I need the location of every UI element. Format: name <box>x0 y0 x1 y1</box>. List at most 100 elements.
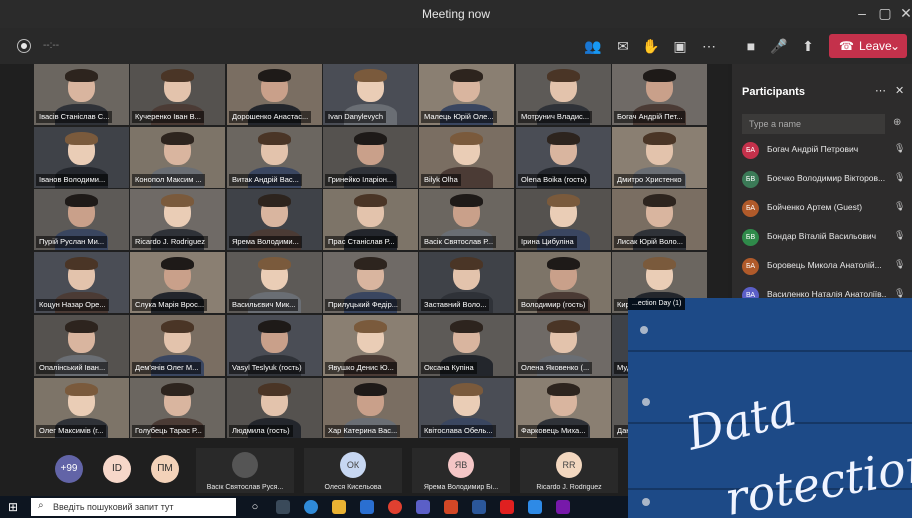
participant-avatar[interactable]: ПМ <box>151 455 179 483</box>
windows-start-icon[interactable]: ⊞ <box>8 501 20 513</box>
word-icon[interactable] <box>472 500 486 514</box>
participant-audio-tile[interactable]: ОК Олеся Кисельова <box>304 448 402 493</box>
more-options-icon[interactable]: ⋯ <box>875 84 886 97</box>
participant-video-tile[interactable]: Заставний Воло... <box>419 252 514 313</box>
file-explorer-icon[interactable] <box>332 500 346 514</box>
participant-video-tile[interactable]: Людмила (гость) <box>227 378 322 438</box>
raise-hand-icon[interactable]: ✋ <box>641 37 661 55</box>
participant-video-tile[interactable]: Прилуцький Федір... <box>323 252 418 313</box>
participant-list-item[interactable]: БА Богач Андрій Петрович 🎙 <box>742 140 910 160</box>
chrome-icon[interactable] <box>388 500 402 514</box>
participant-video-tile[interactable]: Ярема Володими... <box>227 189 322 250</box>
more-participants-badge[interactable]: +99 <box>55 455 83 483</box>
edge-icon[interactable] <box>304 500 318 514</box>
camera-icon[interactable]: ■ <box>741 37 761 55</box>
onenote-icon[interactable] <box>556 500 570 514</box>
avatar: RR <box>556 452 582 478</box>
participant-video-tile[interactable]: Пурій Руслан Ми... <box>34 189 129 250</box>
avatar: БВ <box>742 171 759 188</box>
participant-audio-tile[interactable]: Васік Святослав Руся... <box>196 448 294 493</box>
participant-name-label: Витак Андрій Вас... <box>229 174 302 186</box>
participant-video-tile[interactable]: Івасів Станіслав С... <box>34 64 129 125</box>
task-view-icon[interactable] <box>276 500 290 514</box>
participant-video-tile[interactable]: Оксана Купіна <box>419 315 514 376</box>
mic-muted-icon: 🎙 <box>894 172 906 182</box>
participant-audio-tile[interactable]: RR Ricardo J. Rodriguez <box>520 448 618 493</box>
avatar: ОК <box>340 452 366 478</box>
participants-panel: Participants ⋯ ✕ Type a name ⊕ БА Богач А… <box>732 64 912 304</box>
share-screen-icon[interactable]: ⬆ <box>798 37 818 55</box>
participant-avatar[interactable]: ID <box>103 455 131 483</box>
participant-video-tile[interactable]: Іванов Володими... <box>34 127 129 188</box>
participant-name-label: Ярема Володими... <box>229 236 302 248</box>
maximize-icon[interactable]: ▢ <box>876 4 894 22</box>
more-actions-icon[interactable]: ⋯ <box>699 37 719 55</box>
participant-video-tile[interactable]: Фарковець Миха... <box>516 378 611 438</box>
leave-button[interactable]: ☎ Leave ⌄ <box>829 34 907 58</box>
participant-video-tile[interactable]: Лисак Юрій Воло... <box>612 189 707 250</box>
participant-video-tile[interactable]: Квітослава Обель... <box>419 378 514 438</box>
participant-video-tile[interactable]: Опалінський Іван... <box>34 315 129 376</box>
panel-title: Participants <box>742 86 805 98</box>
meeting-toolbar: --:-- 👥 ✉ ✋ ▣ ⋯ ■ 🎤 ⬆ <box>0 28 912 64</box>
participant-video-tile[interactable]: Кучеренко Іван В... <box>130 64 225 125</box>
cortana-icon[interactable]: ○ <box>248 500 262 514</box>
mail-icon[interactable] <box>360 500 374 514</box>
participant-video-tile[interactable]: Ricardo J. Rodriguez <box>130 189 225 250</box>
rooms-icon[interactable]: ▣ <box>670 37 690 55</box>
close-icon[interactable]: ✕ <box>897 4 912 22</box>
participant-name: Ricardo J. Rodriguez <box>536 484 602 491</box>
participant-video-tile[interactable]: Богач Андрій Пет... <box>612 64 707 125</box>
participant-video-tile[interactable]: Прас Станіслав Р... <box>323 189 418 250</box>
participant-video-tile[interactable]: Мотрунич Владис... <box>516 64 611 125</box>
participant-list-item[interactable]: БА Боровець Микола Анатолій... 🎙 <box>742 256 910 276</box>
participant-video-tile[interactable]: Дорошенко Анастас... <box>227 64 322 125</box>
participant-name-label: Слука Марія Врос... <box>132 299 208 311</box>
participant-list-item[interactable]: БА Бойченко Артем (Guest) 🎙 <box>742 198 910 218</box>
close-panel-icon[interactable]: ✕ <box>895 84 904 97</box>
participant-name-label: Оксана Купіна <box>421 362 477 374</box>
participant-name-label: Vasyl Teslyuk (гость) <box>229 362 305 374</box>
participant-video-tile[interactable]: Слука Марія Врос... <box>130 252 225 313</box>
minimize-icon[interactable]: – <box>853 4 871 22</box>
participant-video-tile[interactable]: Bilyk Olha <box>419 127 514 188</box>
participant-video-tile[interactable]: Ірина Цибуліна <box>516 189 611 250</box>
participant-video-tile[interactable]: Конопол Максим ... <box>130 127 225 188</box>
participant-list-item[interactable]: БВ Боєчко Володимир Вікторов... 🎙 <box>742 169 910 189</box>
participant-video-tile[interactable]: Володимир (гость) <box>516 252 611 313</box>
participant-video-tile[interactable]: Хар Катерина Вас... <box>323 378 418 438</box>
mic-muted-icon: 🎙 <box>894 230 906 240</box>
teams-icon[interactable] <box>416 500 430 514</box>
participant-list-item[interactable]: БВ Бондар Віталій Васильович 🎙 <box>742 227 910 247</box>
participant-video-tile[interactable]: Васік Святослав Р... <box>419 189 514 250</box>
participant-name: Боровець Микола Анатолій... <box>767 260 882 270</box>
participant-name-label: Ricardo J. Rodriguez <box>132 236 209 248</box>
participant-video-tile[interactable]: Olena Boika (гость) <box>516 127 611 188</box>
participants-icon[interactable]: 👥 <box>583 37 603 55</box>
participant-video-tile[interactable]: Олег Максимів (г... <box>34 378 129 438</box>
participant-video-tile[interactable]: Малець Юрій Оле... <box>419 64 514 125</box>
participant-video-tile[interactable]: Коцун Назар Оре... <box>34 252 129 313</box>
participant-video-tile[interactable]: Явушко Денис Ю... <box>323 315 418 376</box>
participant-video-tile[interactable]: Ivan Danylevych <box>323 64 418 125</box>
participant-video-tile[interactable]: Витак Андрій Вас... <box>227 127 322 188</box>
participant-video-tile[interactable]: Дмитро Христенко <box>612 127 707 188</box>
participant-name-label: Володимир (гость) <box>518 299 589 311</box>
chat-icon[interactable]: ✉ <box>613 37 633 55</box>
search-icon: ⌕ <box>38 500 44 511</box>
share-invite-icon[interactable]: ⊕ <box>893 117 901 128</box>
powerpoint-icon[interactable] <box>444 500 458 514</box>
participant-video-tile[interactable]: Vasyl Teslyuk (гость) <box>227 315 322 376</box>
participant-video-tile[interactable]: Гринейко Іларіон... <box>323 127 418 188</box>
participant-name-label: Васильєвич Мик... <box>229 299 299 311</box>
participant-search-input[interactable]: Type a name <box>742 114 885 134</box>
telegram-icon[interactable] <box>528 500 542 514</box>
microphone-icon[interactable]: 🎤 <box>769 37 789 55</box>
participant-video-tile[interactable]: Дем'янів Олег М... <box>130 315 225 376</box>
participant-video-tile[interactable]: Олена Яковенко (... <box>516 315 611 376</box>
taskbar-search-input[interactable]: Введіть пошуковий запит тут <box>31 498 236 516</box>
participant-video-tile[interactable]: Васильєвич Мик... <box>227 252 322 313</box>
participant-audio-tile[interactable]: ЯВ Ярема Володимир Бі... <box>412 448 510 493</box>
participant-video-tile[interactable]: Голубець Тарас Р... <box>130 378 225 438</box>
acrobat-icon[interactable] <box>500 500 514 514</box>
